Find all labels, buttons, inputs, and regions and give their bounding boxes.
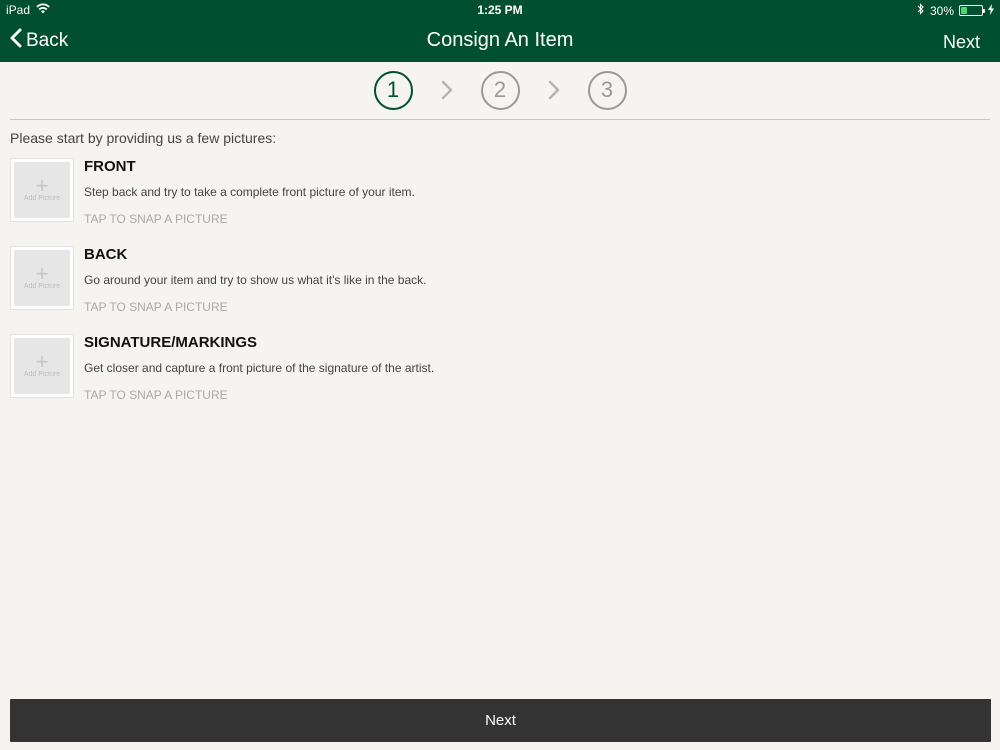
snap-picture-link[interactable]: TAP TO SNAP A PICTURE [84, 388, 228, 402]
add-picture-label: Add Picture [23, 195, 61, 202]
step-2: 2 [480, 70, 520, 110]
step-3: 3 [587, 70, 627, 110]
chevron-right-icon [534, 80, 574, 100]
back-label: Back [26, 30, 69, 51]
item-description: Step back and try to take a complete fro… [84, 185, 415, 199]
back-button[interactable]: Back [10, 28, 68, 54]
status-right: 30% [917, 3, 994, 18]
item-title: FRONT [84, 158, 136, 175]
add-picture-button[interactable]: + Add Picture [10, 334, 74, 398]
step-indicator: 1 2 3 [0, 70, 1000, 110]
item-description: Get closer and capture a front picture o… [84, 361, 435, 375]
bluetooth-icon [917, 3, 925, 18]
divider [10, 119, 990, 120]
add-picture-button[interactable]: + Add Picture [10, 246, 74, 310]
item-description: Go around your item and try to show us w… [84, 273, 427, 287]
top-bar: iPad 1:25 PM 30% Back Consign An Item Ne… [0, 0, 1000, 62]
plus-icon: + [35, 349, 49, 374]
step-1: 1 [373, 70, 413, 110]
add-picture-placeholder: + Add Picture [14, 162, 70, 218]
page-title: Consign An Item [426, 29, 574, 51]
intro-text: Please start by providing us a few pictu… [10, 130, 277, 146]
item-title: BACK [84, 246, 128, 263]
plus-icon: + [35, 173, 49, 198]
next-nav-button[interactable]: Next [943, 32, 980, 53]
charging-icon [988, 3, 994, 18]
add-picture-label: Add Picture [23, 283, 61, 290]
battery-icon [959, 5, 985, 16]
snap-picture-link[interactable]: TAP TO SNAP A PICTURE [84, 212, 228, 226]
snap-picture-link[interactable]: TAP TO SNAP A PICTURE [84, 300, 228, 314]
battery-percent: 30% [929, 3, 954, 18]
add-picture-placeholder: + Add Picture [14, 338, 70, 394]
item-title: SIGNATURE/MARKINGS [84, 334, 258, 351]
plus-icon: + [35, 261, 49, 286]
picture-item-back: + Add Picture BACK Go around your item a… [10, 246, 910, 314]
add-picture-button[interactable]: + Add Picture [10, 158, 74, 222]
chevron-left-icon [10, 28, 22, 54]
status-time: 1:25 PM [477, 3, 523, 17]
next-button[interactable]: Next [10, 699, 991, 742]
picture-item-front: + Add Picture FRONT Step back and try to… [10, 158, 910, 226]
add-picture-label: Add Picture [23, 371, 61, 378]
battery-level [961, 7, 967, 14]
add-picture-placeholder: + Add Picture [14, 250, 70, 306]
status-bar: iPad 1:25 PM 30% [0, 0, 1000, 20]
chevron-right-icon [427, 80, 467, 100]
picture-item-signature: + Add Picture SIGNATURE/MARKINGS Get clo… [10, 334, 910, 402]
